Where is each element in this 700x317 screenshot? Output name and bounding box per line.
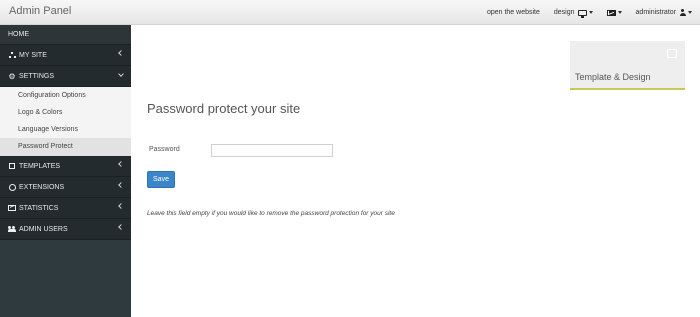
chevron-left-icon [118,50,124,56]
square-icon [8,163,16,170]
chevron-left-icon [118,203,124,209]
sidebar-item-home[interactable]: HOME [0,25,131,45]
sidebar-item-admin-users[interactable]: ADMIN USERS [0,219,131,240]
top-bar: Admin Panel open the website design admi… [0,0,700,25]
top-nav: open the website design administrator [473,0,692,25]
user-menu[interactable]: administrator [636,9,692,16]
sub-item-password-protect[interactable]: Password Protect [0,138,131,155]
caret-down-icon [688,11,692,14]
sidebar-item-label: HOME [8,31,29,38]
sidebar-item-label: EXTENSIONS [19,183,65,191]
circle-icon [8,183,16,191]
caret-down-icon [588,11,593,14]
sub-item-configuration[interactable]: Configuration Options [0,87,131,104]
design-menu[interactable]: design [553,9,593,18]
sub-item-logo-colors[interactable]: Logo & Colors [0,104,131,121]
sidebar-item-label: ADMIN USERS [19,225,68,233]
sidebar-item-extensions[interactable]: EXTENSIONS [0,177,131,198]
template-design-tile[interactable]: Template & Design [570,41,685,90]
chevron-down-icon [118,71,124,77]
tile-label: Template & Design [575,72,651,82]
sidebar-item-label: STATISTICS [19,204,59,212]
open-website-link[interactable]: open the website [487,9,540,16]
sidebar: HOME MY SITE ⚙ SETTINGS Configuration Op… [0,25,131,317]
user-icon [679,9,686,16]
sub-item-language-versions[interactable]: Language Versions [0,121,131,138]
envelope-icon [606,9,616,16]
sitemap-icon [8,52,16,59]
settings-submenu: Configuration Options Logo & Colors Lang… [0,87,131,156]
password-input[interactable] [211,144,333,157]
gears-icon: ⚙ [8,71,16,81]
monitor-icon [577,9,587,18]
password-label: Password [149,146,180,153]
sidebar-item-statistics[interactable]: STATISTICS [0,198,131,219]
messages-menu[interactable] [606,9,622,16]
design-label: design [553,9,575,16]
open-website-label: open the website [486,9,540,16]
brand-title: Admin Panel [9,5,72,17]
sidebar-item-templates[interactable]: TEMPLATES [0,156,131,177]
external-link-icon [667,49,677,58]
user-name: administrator [635,9,676,16]
sidebar-item-my-site[interactable]: MY SITE [0,45,131,66]
sidebar-item-label: SETTINGS [19,72,55,80]
page-title: Password protect your site [147,101,301,116]
chevron-left-icon [118,224,124,230]
sidebar-item-label: MY SITE [19,51,47,59]
chevron-left-icon [118,161,124,167]
users-icon [8,226,16,233]
caret-down-icon [617,11,622,14]
save-button[interactable]: Save [147,171,175,188]
sidebar-item-label: TEMPLATES [19,162,61,170]
sidebar-item-settings[interactable]: ⚙ SETTINGS [0,66,131,87]
chart-icon [8,205,16,212]
chevron-left-icon [118,182,124,188]
help-text: Leave this field empty if you would like… [147,210,395,217]
main-content: Template & Design Password protect your … [131,25,700,317]
